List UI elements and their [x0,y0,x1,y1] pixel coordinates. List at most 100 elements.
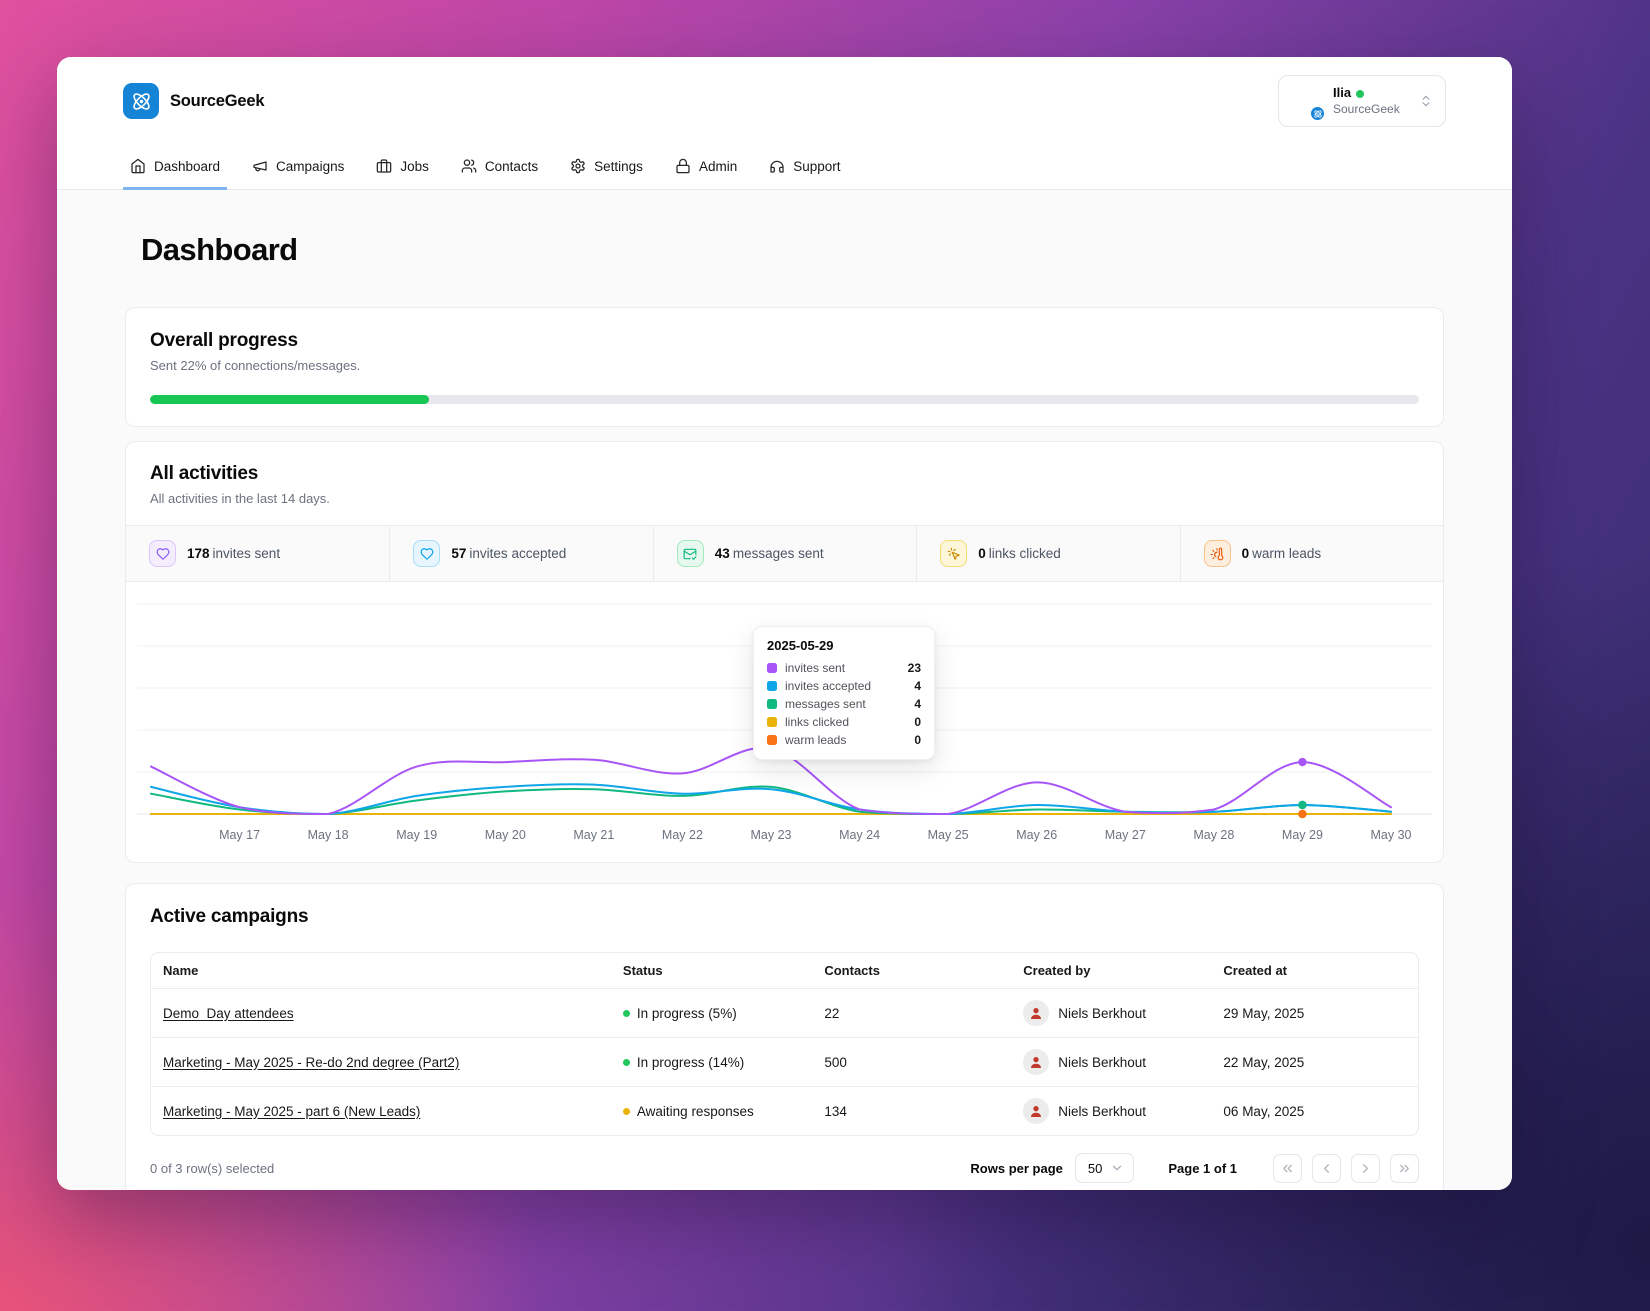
x-axis-label: May 23 [751,828,792,842]
stat-messages-sent: 43 messages sent [652,526,916,581]
chevrons-right-icon [1400,1164,1409,1172]
series-line-invites-accepted [150,783,1392,816]
hover-marker [1298,809,1307,819]
column-header-name: Name [163,963,199,978]
series-swatch [767,699,777,709]
x-axis-label: May 19 [396,828,437,842]
tooltip-date: 2025-05-29 [767,638,834,653]
prev-page-button[interactable] [1312,1153,1341,1183]
status-text: In progress (14%) [636,1054,745,1070]
column-header-created-at: Created at [1223,963,1287,978]
creator-name: Niels Berkhout [1058,1054,1147,1070]
status-dot [622,1058,630,1066]
activities-subtitle: All activities in the last 14 days. [150,491,330,506]
nav-item-dashboard[interactable]: Dashboard [123,149,228,190]
page-content: Dashboard Overall progress Sent 22% of c… [57,190,1512,1190]
rows-per-page-select[interactable]: 50 [1074,1153,1135,1183]
status-text: In progress (5%) [636,1005,737,1021]
stat-warm-leads: 0 warm leads [1179,526,1443,581]
active-campaigns-card: Active campaigns Name Status Contacts Creat… [125,883,1444,1190]
top-bar: SourceGeek Ilia SourceGeek Dashboard Camp… [57,57,1512,190]
x-axis-label: May 22 [662,828,703,842]
gear-icon [571,158,585,174]
home-icon [131,158,145,174]
app-window: SourceGeek Ilia SourceGeek Dashboard Camp… [57,57,1512,1190]
stat-invites-accepted: 57 invites accepted [389,526,652,581]
campaign-link[interactable]: Marketing - May 2025 - Re-do 2nd degree … [163,1055,459,1070]
first-page-button[interactable] [1273,1153,1302,1183]
page-info: Page 1 of 1 [1168,1160,1237,1176]
table-row[interactable]: Marketing - May 2025 - Re-do 2nd degree … [151,1038,1418,1087]
activities-title: All activities [150,463,259,484]
heart-icon [420,547,434,560]
overall-progress-title: Overall progress [150,330,298,351]
campaigns-table: Name Status Contacts Created by Created at D… [150,952,1419,1136]
nav-label: Admin [698,158,738,174]
series-swatch [767,663,777,673]
x-axis-label: May 28 [1193,828,1234,842]
series-swatch [767,681,777,691]
nav-item-jobs[interactable]: Jobs [369,149,436,190]
x-axis-label: May 17 [219,828,260,842]
brand[interactable]: SourceGeek [123,83,265,119]
campaigns-title: Active campaigns [150,906,309,927]
table-row[interactable]: Marketing - May 2025 - part 6 (New Leads… [151,1087,1418,1135]
created-at: 22 May, 2025 [1223,1054,1305,1070]
column-header-created-by: Created by [1023,963,1091,978]
rows-per-page-value: 50 [1087,1160,1103,1176]
overall-progress-subtitle: Sent 22% of connections/messages. [150,358,361,373]
person-icon [1031,1057,1042,1068]
brand-name: SourceGeek [170,91,265,110]
series-swatch [767,735,777,745]
user-name: Ilia [1333,85,1352,101]
contacts-count: 22 [824,1005,840,1021]
x-axis-label: May 24 [839,828,880,842]
x-axis-label: May 25 [928,828,969,842]
chevrons-up-down-icon [1419,94,1433,108]
table-row[interactable]: Demo_Day attendees In progress (5%) 22 Niel… [151,989,1418,1038]
nav-item-admin[interactable]: Admin [668,149,744,190]
chevrons-left-icon [1283,1164,1292,1172]
creator-name: Niels Berkhout [1058,1005,1147,1021]
nav-label: Contacts [484,158,539,174]
heart-icon [156,547,169,560]
table-footer: 0 of 3 row(s) selected Rows per page 50 … [150,1153,1419,1183]
progress-fill [150,395,430,404]
creator-name: Niels Berkhout [1058,1103,1147,1119]
selected-rows-info: 0 of 3 row(s) selected [150,1160,275,1176]
campaign-link[interactable]: Demo_Day attendees [163,1006,294,1021]
nav-item-settings[interactable]: Settings [563,149,650,190]
chevron-left-icon [1324,1163,1329,1173]
creator-avatar [1023,1049,1050,1075]
last-page-button[interactable] [1390,1153,1419,1183]
rows-per-page-label: Rows per page [970,1160,1063,1176]
x-axis-label: May 29 [1282,828,1323,842]
megaphone-icon [253,161,267,172]
activities-chart[interactable]: May 17 May 18 May 19 May 20 May 21 May 22 May … [126,582,1443,862]
tooltip-row: invites sent 23 [767,661,921,675]
chevron-right-icon [1363,1163,1368,1173]
series-swatch [767,717,777,727]
briefcase-icon [377,159,392,173]
progress-bar [150,395,1419,404]
table-header-row: Name Status Contacts Created by Created at [151,953,1418,989]
nav-item-campaigns[interactable]: Campaigns [245,149,351,190]
chart-tooltip: 2025-05-29 invites sent 23 invites accepte… [753,626,935,760]
nav-label: Settings [594,158,643,174]
page-title: Dashboard [141,232,298,267]
users-icon [461,159,477,173]
x-axis-label: May 21 [573,828,614,842]
tooltip-row: messages sent 4 [767,697,921,711]
status-dot [622,1009,630,1017]
nav-item-contacts[interactable]: Contacts [454,149,545,190]
created-at: 29 May, 2025 [1223,1005,1305,1021]
x-axis-label: May 26 [1016,828,1057,842]
user-menu[interactable]: Ilia SourceGeek [1278,75,1446,127]
contacts-count: 134 [824,1103,847,1119]
campaign-link[interactable]: Marketing - May 2025 - part 6 (New Leads… [163,1104,420,1119]
nav-label: Jobs [400,158,429,174]
x-axis-label: May 27 [1105,828,1146,842]
next-page-button[interactable] [1351,1153,1380,1183]
main-nav: Dashboard Campaigns Jobs Contacts Settings Ad… [123,149,1446,190]
nav-item-support[interactable]: Support [762,149,847,190]
